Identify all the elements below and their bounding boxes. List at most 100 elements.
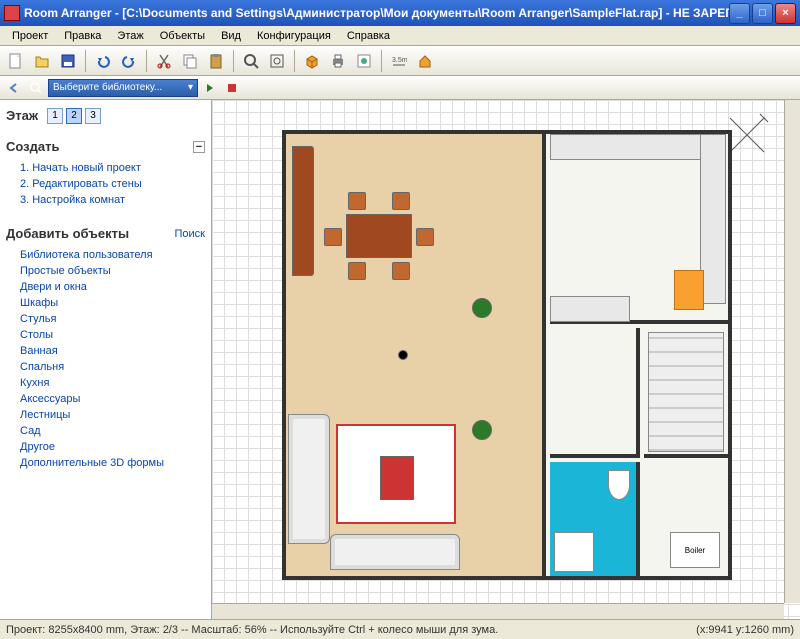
floor-tab-3[interactable]: 3 — [85, 108, 101, 124]
room-staircase — [644, 328, 728, 458]
chair[interactable] — [324, 228, 342, 246]
redo-button[interactable] — [117, 49, 141, 73]
minimize-button[interactable]: _ — [729, 3, 750, 24]
copy-button[interactable] — [178, 49, 202, 73]
zoom-button[interactable] — [239, 49, 263, 73]
new-button[interactable] — [4, 49, 28, 73]
menu-view[interactable]: Вид — [213, 28, 249, 44]
cat-tables[interactable]: Столы — [20, 327, 199, 343]
cat-accessories[interactable]: Аксессуары — [20, 391, 199, 407]
cat-bathroom[interactable]: Ванная — [20, 343, 199, 359]
menubar: Проект Правка Этаж Объекты Вид Конфигура… — [0, 26, 800, 46]
fridge[interactable] — [674, 270, 704, 310]
menu-edit[interactable]: Правка — [56, 28, 109, 44]
chair[interactable] — [392, 262, 410, 280]
menu-project[interactable]: Проект — [4, 28, 56, 44]
floor-label: Этаж — [6, 104, 38, 127]
counter[interactable] — [550, 296, 630, 322]
scrollbar-horizontal[interactable] — [212, 603, 784, 619]
plant[interactable] — [472, 420, 492, 440]
library-bar: Выберите библиотеку...▾ — [0, 76, 800, 100]
chair[interactable] — [348, 192, 366, 210]
boiler[interactable]: Boiler — [670, 532, 720, 568]
cat-wardrobes[interactable]: Шкафы — [20, 295, 199, 311]
cat-doors-windows[interactable]: Двери и окна — [20, 279, 199, 295]
library-combo[interactable]: Выберите библиотеку...▾ — [48, 79, 198, 97]
menu-help[interactable]: Справка — [339, 28, 398, 44]
cat-other[interactable]: Другое — [20, 439, 199, 455]
shelf[interactable] — [292, 146, 314, 276]
3d-button[interactable] — [300, 49, 324, 73]
app-icon — [4, 5, 20, 21]
search-icon[interactable] — [26, 78, 46, 98]
stairs[interactable] — [648, 332, 724, 452]
zoom-fit-button[interactable] — [265, 49, 289, 73]
stop-icon[interactable] — [222, 78, 242, 98]
cat-user-library[interactable]: Библиотека пользователя — [20, 247, 199, 263]
main-area: Этаж 1 2 3 Создать − 1. Начать новый про… — [0, 100, 800, 619]
room-hall — [550, 328, 640, 458]
sidebar: Этаж 1 2 3 Создать − 1. Начать новый про… — [0, 100, 212, 619]
create-new-project[interactable]: 1. Начать новый проект — [20, 160, 199, 176]
window-title: Room Arranger - [C:\Documents and Settin… — [24, 6, 729, 20]
add-objects-header: Добавить объекты Поиск — [6, 222, 205, 245]
room-utility: Boiler — [644, 462, 728, 576]
cat-kitchen[interactable]: Кухня — [20, 375, 199, 391]
scrollbar-vertical[interactable] — [784, 100, 800, 603]
home-button[interactable] — [413, 49, 437, 73]
room-bathroom — [550, 462, 640, 576]
chair[interactable] — [348, 262, 366, 280]
search-link[interactable]: Поиск — [175, 228, 205, 240]
floor-tab-2[interactable]: 2 — [66, 108, 82, 124]
measure-button[interactable]: 3.5m — [387, 49, 411, 73]
create-room-setup[interactable]: 3. Настройка комнат — [20, 192, 199, 208]
export-button[interactable] — [352, 49, 376, 73]
menu-config[interactable]: Конфигурация — [249, 28, 339, 44]
cat-garden[interactable]: Сад — [20, 423, 199, 439]
titlebar: Room Arranger - [C:\Documents and Settin… — [0, 0, 800, 26]
paste-button[interactable] — [204, 49, 228, 73]
sofa[interactable] — [288, 414, 330, 544]
cat-3d-shapes[interactable]: Дополнительные 3D формы — [20, 455, 199, 471]
undo-button[interactable] — [91, 49, 115, 73]
floor-plan[interactable]: Boiler — [282, 130, 732, 580]
shower[interactable] — [554, 532, 594, 572]
room-kitchen — [550, 134, 728, 324]
status-coords: (x:9941 y:1260 mm) — [696, 624, 794, 636]
menu-floor[interactable]: Этаж — [109, 28, 151, 44]
toolbar: 3.5m — [0, 46, 800, 76]
create-header: Создать − — [6, 135, 205, 158]
cat-simple[interactable]: Простые объекты — [20, 263, 199, 279]
floor-tabs: Этаж 1 2 3 — [0, 100, 211, 131]
counter[interactable] — [550, 134, 720, 160]
close-button[interactable]: × — [775, 3, 796, 24]
chair[interactable] — [416, 228, 434, 246]
print-button[interactable] — [326, 49, 350, 73]
statusbar: Проект: 8255x8400 mm, Этаж: 2/3 -- Масшт… — [0, 619, 800, 639]
menu-objects[interactable]: Объекты — [152, 28, 213, 44]
maximize-button[interactable]: □ — [752, 3, 773, 24]
open-button[interactable] — [30, 49, 54, 73]
back-icon[interactable] — [4, 78, 24, 98]
collapse-icon[interactable]: − — [193, 141, 205, 153]
status-left: Проект: 8255x8400 mm, Этаж: 2/3 -- Масшт… — [6, 624, 498, 636]
toilet[interactable] — [608, 470, 630, 500]
cat-chairs[interactable]: Стулья — [20, 311, 199, 327]
save-button[interactable] — [56, 49, 80, 73]
lamp[interactable] — [398, 350, 408, 360]
cat-stairs[interactable]: Лестницы — [20, 407, 199, 423]
svg-text:3.5m: 3.5m — [392, 57, 407, 64]
dining-table[interactable] — [346, 214, 412, 258]
floor-tab-1[interactable]: 1 — [47, 108, 63, 124]
cut-button[interactable] — [152, 49, 176, 73]
canvas[interactable]: Boiler — [212, 100, 800, 619]
room-living — [286, 134, 546, 576]
create-edit-walls[interactable]: 2. Редактировать стены — [20, 176, 199, 192]
tv-stand[interactable] — [380, 456, 414, 500]
go-icon[interactable] — [200, 78, 220, 98]
chair[interactable] — [392, 192, 410, 210]
plant[interactable] — [472, 298, 492, 318]
cat-bedroom[interactable]: Спальня — [20, 359, 199, 375]
window-controls: _ □ × — [729, 3, 796, 24]
sofa[interactable] — [330, 534, 460, 570]
